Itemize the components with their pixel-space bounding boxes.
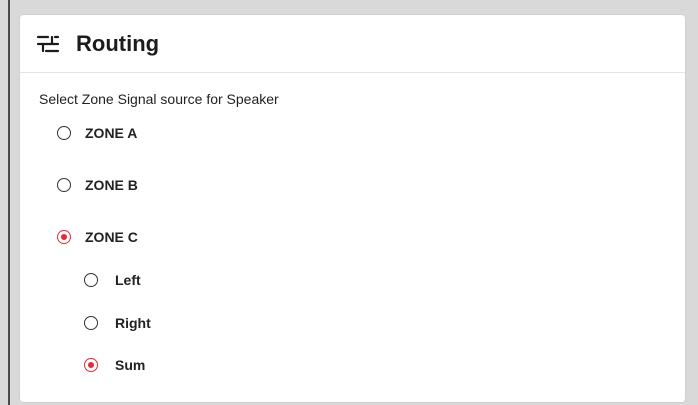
radio-label: Right <box>115 315 151 331</box>
instruction-text: Select Zone Signal source for Speaker <box>39 91 279 107</box>
radio-button[interactable] <box>84 273 98 287</box>
radio-zone-b[interactable]: ZONE B <box>57 177 138 193</box>
radio-label: Left <box>115 272 141 288</box>
radio-channel-left[interactable]: Left <box>84 272 141 288</box>
radio-button[interactable] <box>84 316 98 330</box>
radio-label: ZONE A <box>85 125 138 141</box>
panel-title: Routing <box>76 30 160 56</box>
radio-button[interactable] <box>57 178 71 192</box>
routing-panel: Routing Select Zone Signal source for Sp… <box>20 15 685 402</box>
radio-channel-right[interactable]: Right <box>84 315 151 331</box>
radio-zone-c[interactable]: ZONE C <box>57 229 138 245</box>
radio-button-selected[interactable] <box>57 230 71 244</box>
radio-zone-a[interactable]: ZONE A <box>57 125 137 141</box>
radio-label: Sum <box>115 357 146 373</box>
routing-icon <box>36 33 62 55</box>
panel-header: Routing <box>20 15 685 73</box>
radio-button-selected[interactable] <box>84 358 98 372</box>
radio-label: ZONE B <box>85 177 138 193</box>
left-divider <box>8 0 10 405</box>
radio-label: ZONE C <box>85 229 138 245</box>
radio-channel-sum[interactable]: Sum <box>84 357 145 373</box>
radio-button[interactable] <box>57 126 71 140</box>
